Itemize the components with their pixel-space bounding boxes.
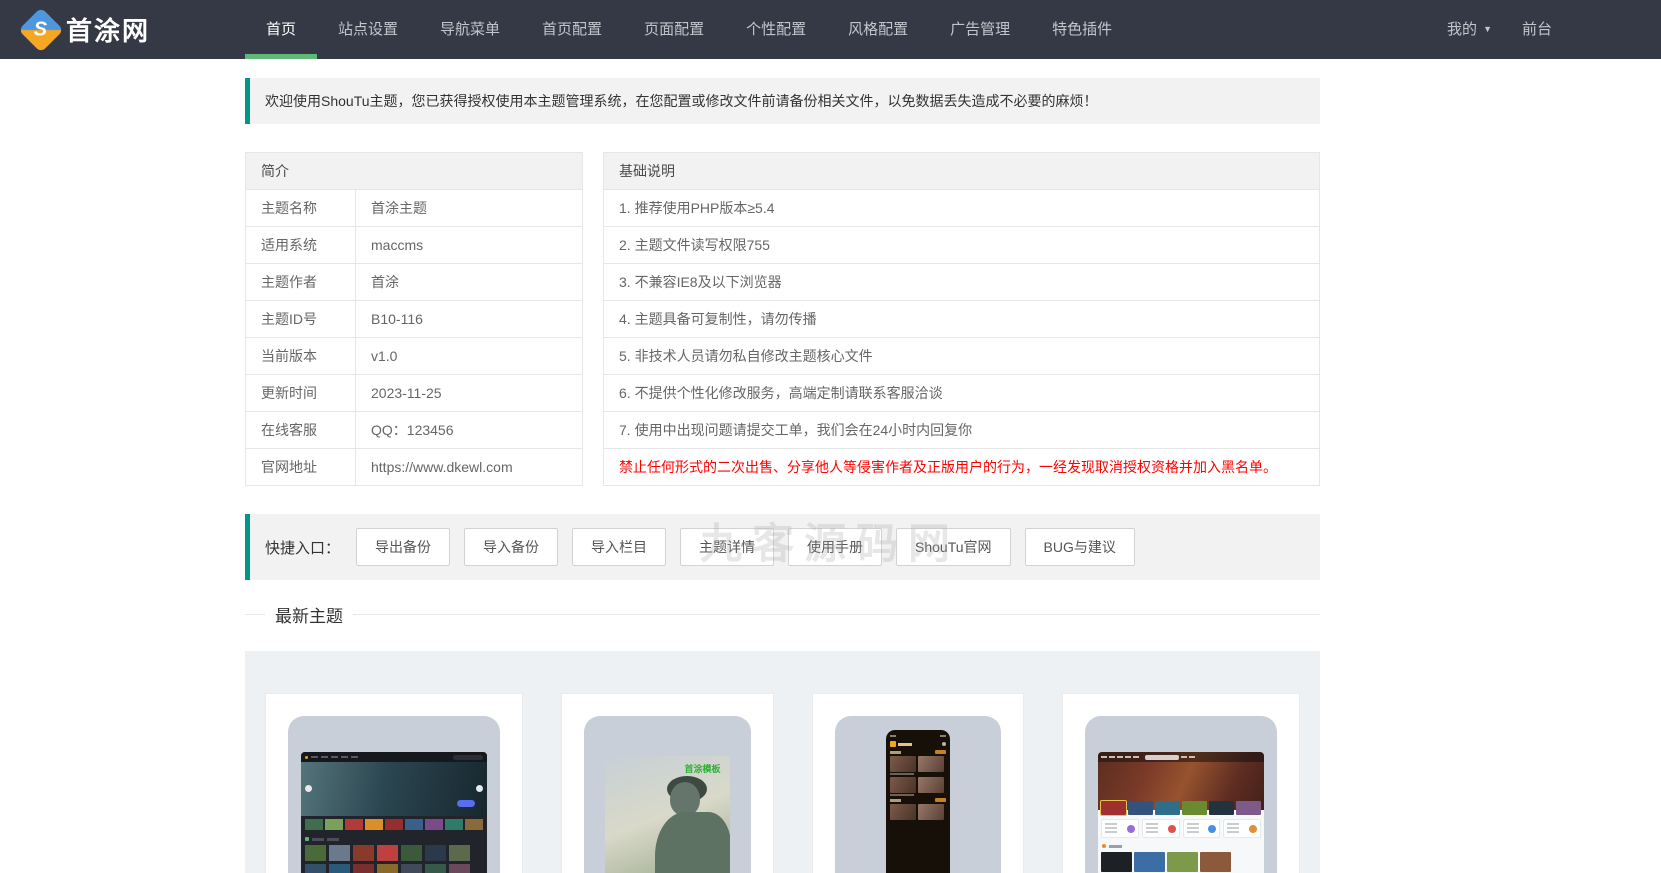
nav-item-my-dropdown[interactable]: 我的 ▼ <box>1447 0 1492 59</box>
table-row: 主题名称首涂主题 <box>246 190 583 227</box>
table-header-row: 简介 <box>246 153 583 190</box>
theme-card-4[interactable] <box>1062 693 1300 873</box>
note-item: 7. 使用中出现问题请提交工单，我们会在24小时内回复你 <box>604 412 1320 449</box>
latest-themes-panel: 首涂模板 <box>245 651 1320 873</box>
nav-item-nav-menu[interactable]: 导航菜单 <box>419 0 521 59</box>
quick-entry-label: 快捷入口： <box>265 537 340 558</box>
row-label: 更新时间 <box>246 375 356 412</box>
note-item: 4. 主题具备可复制性，请勿传播 <box>604 301 1320 338</box>
user-manual-button[interactable]: 使用手册 <box>788 528 882 566</box>
export-backup-button[interactable]: 导出备份 <box>356 528 450 566</box>
nav-item-featured-plugins[interactable]: 特色插件 <box>1031 0 1133 59</box>
import-columns-button[interactable]: 导入栏目 <box>572 528 666 566</box>
theme-preview-3: ≡ <box>835 716 1002 873</box>
row-value: B10-116 <box>356 301 583 338</box>
table-row: 当前版本v1.0 <box>246 338 583 375</box>
nav-item-home-config[interactable]: 首页配置 <box>521 0 623 59</box>
notes-table-header: 基础说明 <box>604 153 1320 190</box>
table-row: 2. 主题文件读写权限755 <box>604 227 1320 264</box>
note-item: 2. 主题文件读写权限755 <box>604 227 1320 264</box>
nav-item-page-config[interactable]: 页面配置 <box>623 0 725 59</box>
theme-cards: 首涂模板 <box>265 693 1300 873</box>
theme-preview-1 <box>288 716 500 873</box>
table-row: 主题作者首涂 <box>246 264 583 301</box>
page-content: 欢迎使用ShouTu主题，您已获得授权使用本主题管理系统，在您配置或修改文件前请… <box>245 78 1320 873</box>
table-row: 6. 不提供个性化修改服务，高端定制请联系客服洽谈 <box>604 375 1320 412</box>
row-value: QQ：123456 <box>356 412 583 449</box>
row-label: 主题名称 <box>246 190 356 227</box>
note-item: 1. 推荐使用PHP版本≥5.4 <box>604 190 1320 227</box>
nav-item-personal-config[interactable]: 个性配置 <box>725 0 827 59</box>
table-row: 禁止任何形式的二次出售、分享他人等侵害作者及正版用户的行为，一经发现取消授权资格… <box>604 449 1320 486</box>
theme-card-3[interactable]: ≡ <box>812 693 1025 873</box>
table-row: 3. 不兼容IE8及以下浏览器 <box>604 264 1320 301</box>
note-item: 6. 不提供个性化修改服务，高端定制请联系客服洽谈 <box>604 375 1320 412</box>
table-row: 4. 主题具备可复制性，请勿传播 <box>604 301 1320 338</box>
navbar-right: 我的 ▼ 前台 <box>1447 0 1552 59</box>
row-label: 在线客服 <box>246 412 356 449</box>
row-label: 当前版本 <box>246 338 356 375</box>
notes-table: 基础说明 1. 推荐使用PHP版本≥5.4 2. 主题文件读写权限755 3. … <box>603 152 1320 486</box>
note-item: 5. 非技术人员请勿私自修改主题核心文件 <box>604 338 1320 375</box>
shoutu-site-button[interactable]: ShouTu官网 <box>896 528 1011 566</box>
latest-themes-title: 最新主题 <box>265 602 353 627</box>
license-warning-text: 禁止任何形式的二次出售、分享他人等侵害作者及正版用户的行为，一经发现取消授权资格… <box>604 449 1320 486</box>
welcome-notice: 欢迎使用ShouTu主题，您已获得授权使用本主题管理系统，在您配置或修改文件前请… <box>245 78 1320 124</box>
intro-table-header: 简介 <box>246 153 583 190</box>
nav-item-front-site[interactable]: 前台 <box>1522 0 1552 59</box>
table-row: 5. 非技术人员请勿私自修改主题核心文件 <box>604 338 1320 375</box>
brand-title: 首涂网 <box>66 11 150 48</box>
quick-entry-bar: 快捷入口： 导出备份 导入备份 导入栏目 主题详情 使用手册 ShouTu官网 … <box>245 514 1320 580</box>
website-url: https://www.dkewl.com <box>356 449 583 486</box>
preview-screenshot-mobile-site: ≡ <box>886 730 950 873</box>
bug-suggestion-button[interactable]: BUG与建议 <box>1025 528 1135 566</box>
nav-item-style-config[interactable]: 风格配置 <box>827 0 929 59</box>
table-row: 适用系统maccms <box>246 227 583 264</box>
brand-diamond-icon: S <box>18 7 63 52</box>
preview-screenshot-dark-movie-site <box>301 752 487 873</box>
theme-detail-button[interactable]: 主题详情 <box>680 528 774 566</box>
preview-screenshot-video-player: 首涂模板 <box>605 756 730 873</box>
latest-themes-divider: 最新主题 <box>245 602 1320 627</box>
row-label: 主题ID号 <box>246 301 356 338</box>
info-tables: 简介 主题名称首涂主题 适用系统maccms 主题作者首涂 主题ID号B10-1… <box>245 152 1320 486</box>
theme-preview-2: 首涂模板 <box>584 716 751 873</box>
player-overlay-label: 首涂模板 <box>684 762 720 775</box>
row-label: 主题作者 <box>246 264 356 301</box>
import-backup-button[interactable]: 导入备份 <box>464 528 558 566</box>
nav-item-home[interactable]: 首页 <box>245 0 317 59</box>
row-value: 首涂主题 <box>356 190 583 227</box>
brand-logo[interactable]: S 首涂网 <box>25 0 150 59</box>
row-value: maccms <box>356 227 583 264</box>
row-value: v1.0 <box>356 338 583 375</box>
theme-card-2[interactable]: 首涂模板 <box>561 693 774 873</box>
table-row: 主题ID号B10-116 <box>246 301 583 338</box>
table-row: 更新时间2023-11-25 <box>246 375 583 412</box>
theme-card-1[interactable] <box>265 693 523 873</box>
row-label: 适用系统 <box>246 227 356 264</box>
table-row: 官网地址https://www.dkewl.com <box>246 449 583 486</box>
table-row: 7. 使用中出现问题请提交工单，我们会在24小时内回复你 <box>604 412 1320 449</box>
preview-screenshot-game-site <box>1098 752 1264 873</box>
nav-item-site-settings[interactable]: 站点设置 <box>317 0 419 59</box>
table-header-row: 基础说明 <box>604 153 1320 190</box>
intro-table: 简介 主题名称首涂主题 适用系统maccms 主题作者首涂 主题ID号B10-1… <box>245 152 583 486</box>
row-value: 2023-11-25 <box>356 375 583 412</box>
row-value: 首涂 <box>356 264 583 301</box>
caret-down-icon: ▼ <box>1483 24 1492 34</box>
nav-item-ad-manage[interactable]: 广告管理 <box>929 0 1031 59</box>
note-item: 3. 不兼容IE8及以下浏览器 <box>604 264 1320 301</box>
main-menu: 首页 站点设置 导航菜单 首页配置 页面配置 个性配置 风格配置 广告管理 特色… <box>245 0 1133 59</box>
table-row: 1. 推荐使用PHP版本≥5.4 <box>604 190 1320 227</box>
top-navbar: S 首涂网 首页 站点设置 导航菜单 首页配置 页面配置 个性配置 风格配置 广… <box>0 0 1661 59</box>
table-row: 在线客服QQ：123456 <box>246 412 583 449</box>
theme-preview-4 <box>1085 716 1277 873</box>
row-label: 官网地址 <box>246 449 356 486</box>
my-label: 我的 <box>1447 21 1477 38</box>
